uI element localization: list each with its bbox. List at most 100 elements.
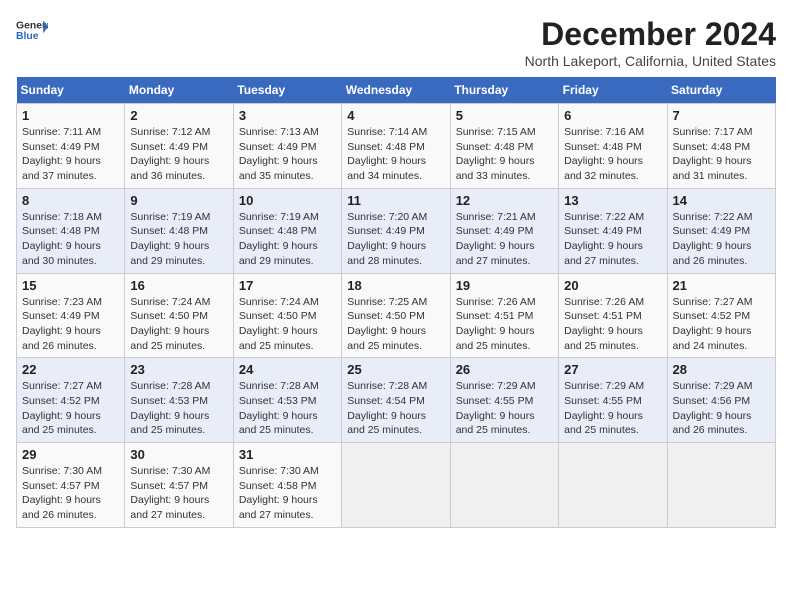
day-info: Sunrise: 7:16 AM Sunset: 4:48 PM Dayligh… (564, 125, 661, 184)
day-number: 2 (130, 108, 227, 123)
day-number: 26 (456, 362, 553, 377)
calendar-cell: 20Sunrise: 7:26 AM Sunset: 4:51 PM Dayli… (559, 273, 667, 358)
day-info: Sunrise: 7:26 AM Sunset: 4:51 PM Dayligh… (456, 295, 553, 354)
day-number: 6 (564, 108, 661, 123)
day-number: 10 (239, 193, 336, 208)
day-number: 12 (456, 193, 553, 208)
calendar-cell: 9Sunrise: 7:19 AM Sunset: 4:48 PM Daylig… (125, 188, 233, 273)
calendar-cell: 23Sunrise: 7:28 AM Sunset: 4:53 PM Dayli… (125, 358, 233, 443)
calendar-cell: 15 Sunrise: 7:23 AM Sunset: 4:49 PM Dayli… (17, 273, 125, 358)
calendar-cell: 24 Sunrise: 7:28 AM Sunset: 4:53 PM Dayli… (233, 358, 341, 443)
day-number: 4 (347, 108, 444, 123)
calendar-cell (450, 443, 558, 528)
day-number: 21 (673, 278, 770, 293)
day-info: Sunrise: 7:22 AM Sunset: 4:49 PM Dayligh… (673, 210, 770, 269)
day-info: Sunrise: 7:15 AM Sunset: 4:48 PM Dayligh… (456, 125, 553, 184)
day-number: 25 (347, 362, 444, 377)
day-number: 11 (347, 193, 444, 208)
title-area: December 2024 North Lakeport, California… (525, 16, 776, 69)
day-number: 31 (239, 447, 336, 462)
calendar-cell: 10 Sunrise: 7:19 AM Sunset: 4:48 PM Dayli… (233, 188, 341, 273)
logo: General Blue (16, 16, 48, 44)
calendar-cell: 14 Sunrise: 7:22 AM Sunset: 4:49 PM Dayli… (667, 188, 775, 273)
day-info: Sunrise: 7:30 AM Sunset: 4:57 PM Dayligh… (130, 464, 227, 523)
main-title: December 2024 (525, 16, 776, 53)
header-cell-sunday: Sunday (17, 77, 125, 104)
calendar-cell: 3 Sunrise: 7:13 AM Sunset: 4:49 PM Daylig… (233, 104, 341, 189)
day-info: Sunrise: 7:29 AM Sunset: 4:55 PM Dayligh… (456, 379, 553, 438)
day-number: 8 (22, 193, 119, 208)
header-row: SundayMondayTuesdayWednesdayThursdayFrid… (17, 77, 776, 104)
calendar-cell (559, 443, 667, 528)
header-cell-thursday: Thursday (450, 77, 558, 104)
calendar-cell: 29 Sunrise: 7:30 AM Sunset: 4:57 PM Dayli… (17, 443, 125, 528)
day-info: Sunrise: 7:28 AM Sunset: 4:53 PM Dayligh… (239, 379, 336, 438)
day-number: 19 (456, 278, 553, 293)
day-number: 17 (239, 278, 336, 293)
calendar-cell: 31Sunrise: 7:30 AM Sunset: 4:58 PM Dayli… (233, 443, 341, 528)
day-number: 24 (239, 362, 336, 377)
day-info: Sunrise: 7:13 AM Sunset: 4:49 PM Dayligh… (239, 125, 336, 184)
day-number: 14 (673, 193, 770, 208)
svg-text:Blue: Blue (16, 31, 39, 42)
week-row-1: 1Sunrise: 7:11 AM Sunset: 4:49 PM Daylig… (17, 104, 776, 189)
day-info: Sunrise: 7:30 AM Sunset: 4:57 PM Dayligh… (22, 464, 119, 523)
day-info: Sunrise: 7:29 AM Sunset: 4:56 PM Dayligh… (673, 379, 770, 438)
week-row-4: 22Sunrise: 7:27 AM Sunset: 4:52 PM Dayli… (17, 358, 776, 443)
calendar-cell: 22Sunrise: 7:27 AM Sunset: 4:52 PM Dayli… (17, 358, 125, 443)
day-info: Sunrise: 7:28 AM Sunset: 4:53 PM Dayligh… (130, 379, 227, 438)
calendar-cell: 16 Sunrise: 7:24 AM Sunset: 4:50 PM Dayli… (125, 273, 233, 358)
day-number: 3 (239, 108, 336, 123)
day-number: 1 (22, 108, 119, 123)
calendar-cell: 21Sunrise: 7:27 AM Sunset: 4:52 PM Dayli… (667, 273, 775, 358)
calendar-cell (667, 443, 775, 528)
logo-icon: General Blue (16, 16, 48, 44)
day-info: Sunrise: 7:17 AM Sunset: 4:48 PM Dayligh… (673, 125, 770, 184)
day-number: 13 (564, 193, 661, 208)
week-row-2: 8 Sunrise: 7:18 AM Sunset: 4:48 PM Daylig… (17, 188, 776, 273)
week-row-5: 29 Sunrise: 7:30 AM Sunset: 4:57 PM Dayli… (17, 443, 776, 528)
day-number: 27 (564, 362, 661, 377)
day-number: 20 (564, 278, 661, 293)
calendar-cell: 25Sunrise: 7:28 AM Sunset: 4:54 PM Dayli… (342, 358, 450, 443)
calendar-header: SundayMondayTuesdayWednesdayThursdayFrid… (17, 77, 776, 104)
day-info: Sunrise: 7:19 AM Sunset: 4:48 PM Dayligh… (239, 210, 336, 269)
calendar-cell: 26 Sunrise: 7:29 AM Sunset: 4:55 PM Dayli… (450, 358, 558, 443)
calendar-table: SundayMondayTuesdayWednesdayThursdayFrid… (16, 77, 776, 528)
calendar-cell: 1Sunrise: 7:11 AM Sunset: 4:49 PM Daylig… (17, 104, 125, 189)
subtitle: North Lakeport, California, United State… (525, 53, 776, 69)
header: General Blue December 2024 North Lakepor… (16, 16, 776, 69)
day-info: Sunrise: 7:12 AM Sunset: 4:49 PM Dayligh… (130, 125, 227, 184)
calendar-cell: 27Sunrise: 7:29 AM Sunset: 4:55 PM Dayli… (559, 358, 667, 443)
day-info: Sunrise: 7:20 AM Sunset: 4:49 PM Dayligh… (347, 210, 444, 269)
day-number: 15 (22, 278, 119, 293)
calendar-body: 1Sunrise: 7:11 AM Sunset: 4:49 PM Daylig… (17, 104, 776, 528)
day-info: Sunrise: 7:21 AM Sunset: 4:49 PM Dayligh… (456, 210, 553, 269)
day-info: Sunrise: 7:22 AM Sunset: 4:49 PM Dayligh… (564, 210, 661, 269)
calendar-cell: 7 Sunrise: 7:17 AM Sunset: 4:48 PM Daylig… (667, 104, 775, 189)
calendar-cell: 12 Sunrise: 7:21 AM Sunset: 4:49 PM Dayli… (450, 188, 558, 273)
calendar-cell: 5Sunrise: 7:15 AM Sunset: 4:48 PM Daylig… (450, 104, 558, 189)
day-number: 30 (130, 447, 227, 462)
day-info: Sunrise: 7:24 AM Sunset: 4:50 PM Dayligh… (239, 295, 336, 354)
calendar-cell: 2 Sunrise: 7:12 AM Sunset: 4:49 PM Daylig… (125, 104, 233, 189)
day-number: 29 (22, 447, 119, 462)
calendar-cell: 19 Sunrise: 7:26 AM Sunset: 4:51 PM Dayli… (450, 273, 558, 358)
day-info: Sunrise: 7:14 AM Sunset: 4:48 PM Dayligh… (347, 125, 444, 184)
day-number: 16 (130, 278, 227, 293)
calendar-cell: 4 Sunrise: 7:14 AM Sunset: 4:48 PM Daylig… (342, 104, 450, 189)
day-number: 18 (347, 278, 444, 293)
calendar-cell: 30 Sunrise: 7:30 AM Sunset: 4:57 PM Dayli… (125, 443, 233, 528)
calendar-cell: 11 Sunrise: 7:20 AM Sunset: 4:49 PM Dayli… (342, 188, 450, 273)
day-info: Sunrise: 7:24 AM Sunset: 4:50 PM Dayligh… (130, 295, 227, 354)
day-number: 28 (673, 362, 770, 377)
day-info: Sunrise: 7:27 AM Sunset: 4:52 PM Dayligh… (22, 379, 119, 438)
header-cell-friday: Friday (559, 77, 667, 104)
calendar-cell: 17 Sunrise: 7:24 AM Sunset: 4:50 PM Dayli… (233, 273, 341, 358)
day-info: Sunrise: 7:18 AM Sunset: 4:48 PM Dayligh… (22, 210, 119, 269)
week-row-3: 15 Sunrise: 7:23 AM Sunset: 4:49 PM Dayli… (17, 273, 776, 358)
day-number: 7 (673, 108, 770, 123)
calendar-cell: 18Sunrise: 7:25 AM Sunset: 4:50 PM Dayli… (342, 273, 450, 358)
day-info: Sunrise: 7:23 AM Sunset: 4:49 PM Dayligh… (22, 295, 119, 354)
calendar-cell: 13 Sunrise: 7:22 AM Sunset: 4:49 PM Dayli… (559, 188, 667, 273)
